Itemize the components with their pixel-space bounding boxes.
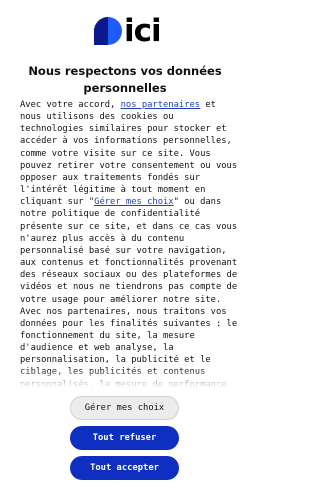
manage-choices-link[interactable]: Gérer mes choix — [94, 197, 173, 207]
accept-all-button[interactable]: Tout accepter — [70, 456, 179, 480]
consent-text-part3: " ou dans notre politique de confidentia… — [20, 197, 238, 387]
partners-link[interactable]: nos partenaires — [121, 100, 200, 110]
ici-logo: ici — [93, 13, 162, 49]
logo-wordmark: ici — [124, 13, 162, 49]
consent-text: Avec votre accord, nos partenaires et no… — [20, 99, 242, 387]
dialog-title: Nous respectons vos données personnelles — [28, 64, 222, 95]
logo-mark-icon — [94, 17, 122, 45]
consent-text-part1: Avec votre accord, — [20, 100, 121, 110]
consent-text-part2: et nous utilisons des cookies ou technol… — [20, 100, 238, 208]
manage-choices-button[interactable]: Gérer mes choix — [70, 396, 179, 420]
refuse-all-button[interactable]: Tout refuser — [70, 426, 179, 450]
